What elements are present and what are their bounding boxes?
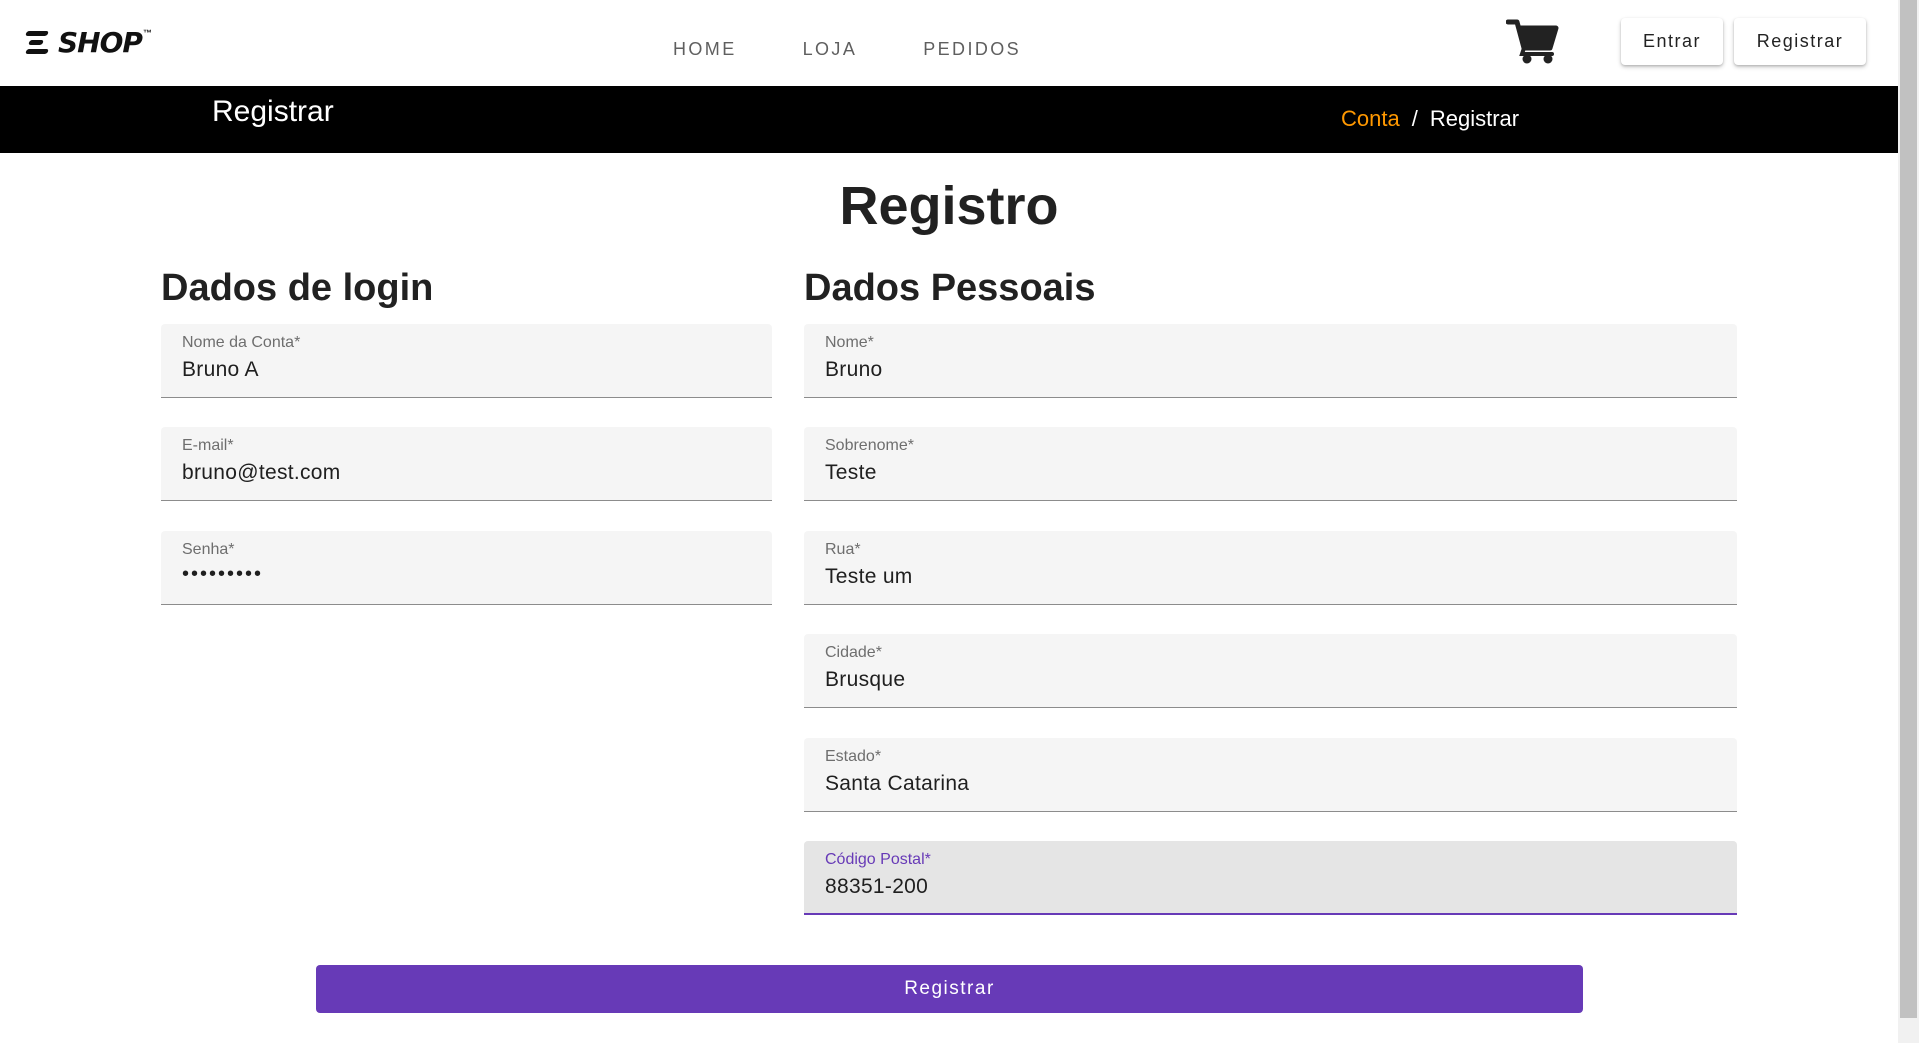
postal-code-field[interactable]: Código Postal* 88351-200 — [804, 841, 1737, 915]
street-field[interactable]: Rua* Teste um — [804, 531, 1737, 605]
last-name-field[interactable]: Sobrenome* Teste — [804, 427, 1737, 501]
field-value: Brusque — [825, 668, 906, 691]
field-value: 88351-200 — [825, 875, 929, 898]
scrollbar-thumb[interactable] — [1900, 0, 1917, 1018]
field-label: Cidade* — [825, 644, 882, 661]
first-name-field[interactable]: Nome* Bruno — [804, 324, 1737, 398]
eshop-logo[interactable]: SHOP ™ — [25, 26, 152, 59]
field-label: Estado* — [825, 748, 882, 765]
breadcrumb: Conta / Registrar — [1341, 106, 1519, 132]
logo-text: SHOP — [58, 26, 143, 59]
field-label: Nome* — [825, 334, 874, 351]
submit-register-button[interactable]: Registrar — [316, 965, 1583, 1013]
breadcrumb-separator: / — [1411, 106, 1418, 131]
breadcrumb-conta-link[interactable]: Conta — [1341, 106, 1400, 132]
page-banner: Registrar Conta / Registrar — [0, 86, 1898, 153]
field-label: Código Postal* — [825, 851, 931, 868]
login-section-title: Dados de login — [161, 267, 434, 309]
field-value: Bruno A — [182, 358, 259, 381]
main-nav: HOME LOJA PEDIDOS — [640, 30, 1054, 69]
login-button[interactable]: Entrar — [1621, 18, 1723, 65]
logo-lines-icon — [25, 28, 56, 58]
field-value: Teste um — [825, 565, 913, 588]
field-value: Bruno — [825, 358, 883, 381]
field-label: Senha* — [182, 541, 235, 558]
nav-loja-link[interactable]: LOJA — [770, 30, 891, 69]
field-value: bruno@test.com — [182, 461, 341, 484]
field-value: Teste — [825, 461, 877, 484]
nav-home-link[interactable]: HOME — [640, 30, 770, 69]
page-title: Registro — [839, 176, 1059, 236]
shopping-cart-icon[interactable] — [1505, 18, 1560, 64]
field-value: ••••••••• — [182, 563, 264, 585]
register-button[interactable]: Registrar — [1734, 18, 1866, 65]
top-navbar: SHOP ™ HOME LOJA PEDIDOS Entrar Registra… — [0, 0, 1898, 86]
banner-title: Registrar — [212, 95, 334, 128]
email-field[interactable]: E-mail* bruno@test.com — [161, 427, 772, 501]
password-field[interactable]: Senha* ••••••••• — [161, 531, 772, 605]
field-label: E-mail* — [182, 437, 234, 454]
state-field[interactable]: Estado* Santa Catarina — [804, 738, 1737, 812]
vertical-scrollbar[interactable] — [1898, 0, 1919, 1043]
page: SHOP ™ HOME LOJA PEDIDOS Entrar Registra… — [0, 0, 1919, 1043]
nav-pedidos-link[interactable]: PEDIDOS — [890, 30, 1054, 69]
field-value: Santa Catarina — [825, 772, 970, 795]
field-label: Nome da Conta* — [182, 334, 301, 351]
field-label: Rua* — [825, 541, 861, 558]
field-label: Sobrenome* — [825, 437, 914, 454]
account-name-field[interactable]: Nome da Conta* Bruno A — [161, 324, 772, 398]
city-field[interactable]: Cidade* Brusque — [804, 634, 1737, 708]
logo-trademark: ™ — [142, 28, 152, 38]
personal-section-title: Dados Pessoais — [804, 267, 1096, 309]
breadcrumb-current: Registrar — [1429, 106, 1520, 131]
